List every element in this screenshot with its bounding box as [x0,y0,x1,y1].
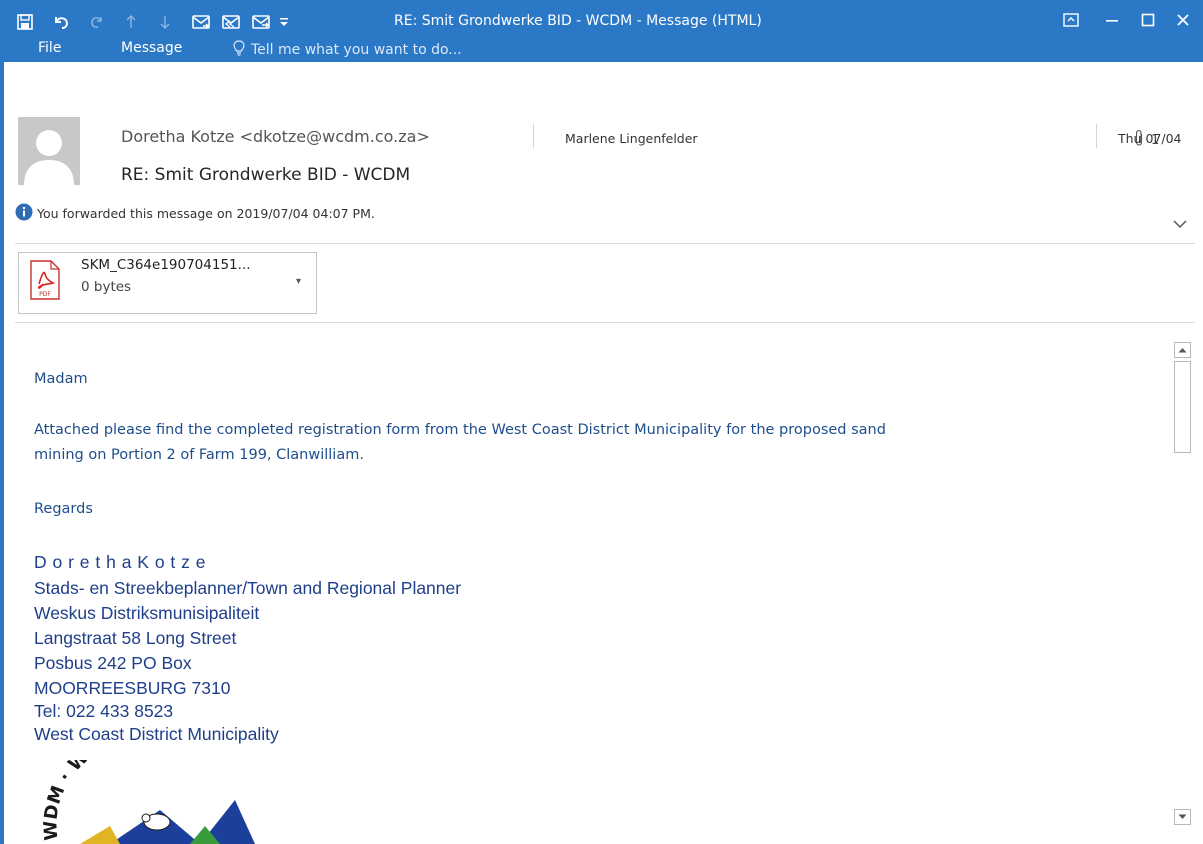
maximize-icon[interactable] [1133,8,1163,32]
municipality-logo: WDM · WEST COAST [40,760,270,844]
header-divider-line [15,243,1195,244]
header-divider [533,124,534,148]
pdf-icon: PDF [30,260,60,304]
info-bar: You forwarded this message on 2019/07/04… [15,203,375,224]
signature-org-english: West Coast District Municipality [34,724,279,744]
tab-file[interactable]: File [38,40,61,56]
signature-tel: Tel: 022 433 8523 [34,701,174,721]
redo-icon[interactable] [86,11,108,33]
recipient-name[interactable]: Marlene Lingenfelder [565,131,698,146]
up-icon[interactable] [120,11,142,33]
scroll-up-icon[interactable] [1174,342,1191,358]
body-greeting: Madam [34,371,88,387]
ribbon-display-options-icon[interactable] [1056,8,1086,32]
signature-town: MOORREESBURG 7310 [34,678,231,698]
reply-all-icon[interactable] [220,11,242,33]
body-paragraph-line2: mining on Portion 2 of Farm 199, Clanwil… [34,447,364,463]
attachment-size: 0 bytes [81,279,132,295]
tell-me-search[interactable]: Tell me what you want to do... [233,40,462,60]
undo-icon[interactable] [50,11,72,33]
save-icon[interactable] [14,11,36,33]
reply-icon[interactable] [190,11,212,33]
customize-icon[interactable] [278,11,290,33]
quick-access-toolbar [14,10,290,34]
signature-street: Langstraat 58 Long Street [34,628,237,648]
tab-message[interactable]: Message [121,40,182,56]
window-left-border [0,62,4,844]
chevron-down-icon[interactable] [1172,215,1188,234]
message-scrollbar[interactable] [1171,339,1195,829]
pdf-label: PDF [39,291,51,298]
info-icon [15,203,33,224]
forward-icon[interactable] [250,11,272,33]
close-icon[interactable] [1168,8,1198,32]
received-date: Thu 07/04 [1118,131,1182,146]
attachment-card[interactable]: PDF SKM_C364e190704151... 0 bytes ▾ [18,252,317,314]
minimize-icon[interactable] [1097,8,1127,32]
signature-org-afrikaans: Weskus Distriksmunisipaliteit [34,603,260,623]
tell-me-placeholder: Tell me what you want to do... [251,42,462,58]
header-divider [1096,124,1097,148]
title-bar: RE: Smit Grondwerke BID - WCDM - Message… [0,0,1203,62]
body-paragraph-line1: Attached please find the completed regis… [34,422,886,438]
attachment-divider-line [15,322,1195,323]
signature-name: D o r e t h a K o t z e [34,552,206,572]
message-subject: RE: Smit Grondwerke BID - WCDM [121,165,411,185]
scrollbar-thumb[interactable] [1174,361,1191,453]
scroll-down-icon[interactable] [1174,809,1191,825]
avatar [18,117,80,185]
attachment-dropdown-icon[interactable]: ▾ [296,276,301,287]
down-icon[interactable] [154,11,176,33]
sender-name[interactable]: Doretha Kotze <dkotze@wcdm.co.za> [121,127,430,146]
window-title: RE: Smit Grondwerke BID - WCDM - Message… [394,13,762,29]
attachment-name: SKM_C364e190704151... [81,257,251,273]
body-closing: Regards [34,501,93,517]
lightbulb-icon [233,40,245,60]
signature-title: Stads- en Streekbeplanner/Town and Regio… [34,578,462,598]
info-text: You forwarded this message on 2019/07/04… [37,206,375,221]
signature-pobox: Posbus 242 PO Box [34,653,192,673]
